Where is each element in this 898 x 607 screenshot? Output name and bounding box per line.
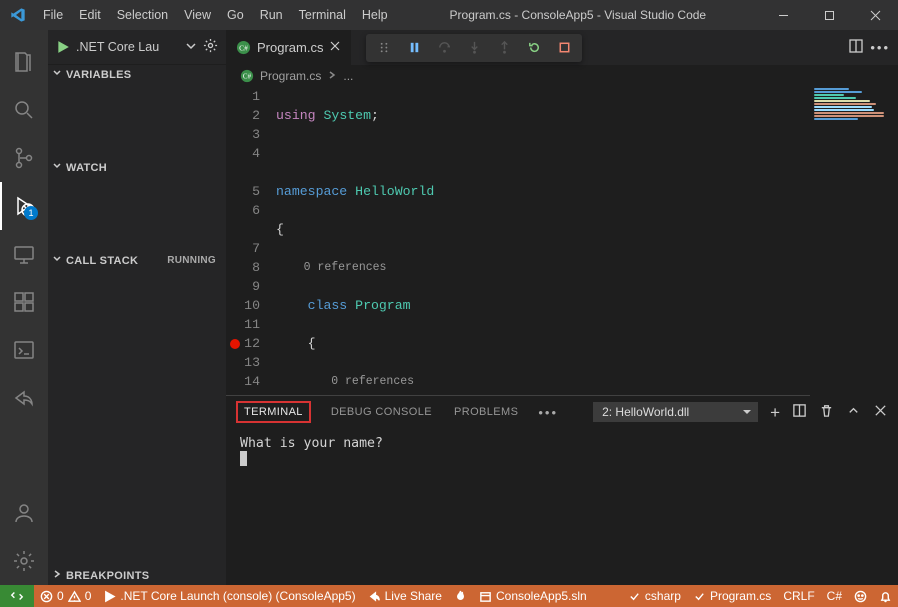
window-title: Program.cs - ConsoleApp5 - Visual Studio… (396, 8, 760, 22)
status-launch-config[interactable]: .NET Core Launch (console) (ConsoleApp5) (97, 585, 361, 607)
editor-area: C# Program.cs ••• C# Program.cs (226, 30, 898, 585)
callstack-label: CALL STACK (66, 255, 138, 267)
step-into-button[interactable] (460, 36, 488, 60)
start-debug-button[interactable] (56, 40, 70, 54)
drag-handle-icon[interactable] (370, 36, 398, 60)
menu-terminal[interactable]: Terminal (291, 0, 354, 30)
restart-button[interactable] (520, 36, 548, 60)
status-solution[interactable]: ConsoleApp5.sln (473, 585, 593, 607)
csharp-file-icon: C# (240, 69, 254, 83)
menu-run[interactable]: Run (252, 0, 291, 30)
tab-program-cs[interactable]: C# Program.cs (226, 30, 352, 65)
terminal-output[interactable]: What is your name? (226, 428, 898, 585)
panel-tab-debug-console[interactable]: DEBUG CONSOLE (329, 402, 434, 422)
title-bar: File Edit Selection View Go Run Terminal… (0, 0, 898, 30)
minimize-button[interactable] (760, 0, 806, 30)
status-fire-icon[interactable] (448, 585, 473, 607)
split-terminal-icon[interactable] (792, 403, 807, 421)
terminal-activity-icon[interactable] (0, 326, 48, 374)
callstack-state: RUNNING (167, 255, 222, 266)
breakpoint-icon[interactable] (230, 339, 240, 349)
kill-terminal-icon[interactable] (819, 403, 834, 421)
status-eol[interactable]: CRLF (777, 585, 820, 607)
status-bell-icon[interactable] (873, 585, 898, 607)
menu-selection[interactable]: Selection (109, 0, 176, 30)
new-terminal-button[interactable]: + (770, 404, 780, 421)
menu-go[interactable]: Go (219, 0, 252, 30)
terminal-selector[interactable]: 2: HelloWorld.dll (593, 402, 758, 422)
remote-indicator[interactable] (0, 585, 34, 607)
search-icon[interactable] (0, 86, 48, 134)
remote-explorer-icon[interactable] (0, 230, 48, 278)
debug-sidebar: .NET Core Lau VARIABLES WATCH CALL STACK… (48, 30, 226, 585)
chevron-right-icon (327, 69, 337, 83)
terminal-line: What is your name? (240, 436, 884, 451)
step-out-button[interactable] (490, 36, 518, 60)
breakpoints-label: BREAKPOINTS (66, 570, 149, 582)
share-icon[interactable] (0, 374, 48, 422)
close-button[interactable] (852, 0, 898, 30)
variables-section[interactable]: VARIABLES (48, 65, 226, 84)
csharp-file-icon: C# (236, 40, 251, 55)
minimap[interactable] (810, 87, 898, 407)
watch-label: WATCH (66, 162, 107, 174)
menu-file[interactable]: File (35, 0, 71, 30)
panel-more-icon[interactable]: ••• (538, 405, 558, 420)
status-liveshare[interactable]: Live Share (362, 585, 448, 607)
breadcrumb[interactable]: C# Program.cs ... (226, 65, 898, 87)
svg-text:C#: C# (239, 43, 248, 52)
status-language[interactable]: C# (821, 585, 848, 607)
maximize-button[interactable] (806, 0, 852, 30)
panel-tab-problems[interactable]: PROBLEMS (452, 402, 520, 422)
menu-help[interactable]: Help (354, 0, 396, 30)
menu-view[interactable]: View (176, 0, 219, 30)
debug-config-row: .NET Core Lau (48, 30, 226, 65)
panel-tabs: TERMINAL DEBUG CONSOLE PROBLEMS ••• 2: H… (226, 396, 898, 428)
vscode-logo-icon (0, 7, 35, 23)
status-problems[interactable]: 0 0 (34, 585, 97, 607)
panel-tab-terminal[interactable]: TERMINAL (236, 401, 311, 423)
tab-label: Program.cs (257, 40, 323, 55)
code-content[interactable]: using System; namespace HelloWorld { 0 r… (276, 87, 898, 395)
menu-edit[interactable]: Edit (71, 0, 109, 30)
breadcrumb-rest: ... (343, 69, 353, 83)
code-editor[interactable]: 1 2 3 4 5 6 7 8 9 10 11 12 13 14 15 usin… (226, 87, 898, 395)
run-debug-icon[interactable]: 1 (0, 182, 48, 230)
config-chevron-icon[interactable] (185, 40, 197, 55)
debug-toolbar[interactable] (366, 34, 582, 62)
debug-config-name[interactable]: .NET Core Lau (76, 40, 179, 54)
status-feedback-icon[interactable] (848, 585, 873, 607)
status-bar: 0 0 .NET Core Launch (console) (ConsoleA… (0, 585, 898, 607)
panel-maximize-icon[interactable] (846, 403, 861, 421)
panel-close-icon[interactable] (873, 403, 888, 421)
menu-bar: File Edit Selection View Go Run Terminal… (35, 0, 396, 30)
window-controls (760, 0, 898, 30)
editor-tabs: C# Program.cs ••• (226, 30, 898, 65)
step-over-button[interactable] (430, 36, 458, 60)
settings-gear-icon[interactable] (0, 537, 48, 585)
breakpoints-section[interactable]: BREAKPOINTS (48, 566, 226, 585)
config-gear-icon[interactable] (203, 38, 218, 56)
status-lsp[interactable]: csharp (622, 585, 687, 607)
stop-button[interactable] (550, 36, 578, 60)
account-icon[interactable] (0, 489, 48, 537)
svg-text:C#: C# (243, 73, 252, 81)
extensions-icon[interactable] (0, 278, 48, 326)
source-control-icon[interactable] (0, 134, 48, 182)
variables-label: VARIABLES (66, 69, 131, 81)
pause-button[interactable] (400, 36, 428, 60)
split-editor-icon[interactable] (848, 38, 864, 57)
watch-section[interactable]: WATCH (48, 158, 226, 177)
editor-more-icon[interactable]: ••• (870, 40, 890, 55)
breadcrumb-file: Program.cs (260, 69, 321, 83)
tab-close-icon[interactable] (329, 40, 341, 55)
bottom-panel: TERMINAL DEBUG CONSOLE PROBLEMS ••• 2: H… (226, 395, 898, 585)
activity-bar: 1 (0, 30, 48, 585)
status-file-check[interactable]: Program.cs (687, 585, 777, 607)
terminal-cursor (240, 451, 247, 466)
explorer-icon[interactable] (0, 38, 48, 86)
gutter[interactable]: 1 2 3 4 5 6 7 8 9 10 11 12 13 14 15 (226, 87, 276, 395)
debug-badge: 1 (24, 206, 38, 220)
callstack-section[interactable]: CALL STACK RUNNING (48, 251, 226, 270)
